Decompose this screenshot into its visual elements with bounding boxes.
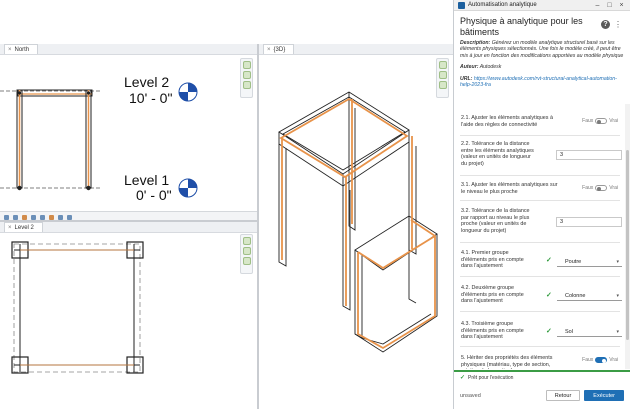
visual-style-icon[interactable] [22,214,27,220]
check-icon: ✓ [546,328,552,335]
check-icon: ✓ [546,292,552,299]
more-options-icon[interactable]: ⋮ [614,20,622,29]
steering-wheel-icon[interactable] [438,61,447,69]
level-1-elevation: 0' - 0" [136,187,172,203]
list-item: 3.1. Ajuster les éléments analytiques su… [460,177,620,201]
navigation-bar-3d[interactable] [436,58,449,98]
toggle-switch[interactable] [595,185,608,191]
chevron-down-icon: ▾ [616,259,619,265]
automation-panel: Automatisation analytique – □ × Physique… [453,0,630,409]
zoom-icon[interactable] [242,71,251,79]
shadows-icon[interactable] [40,214,45,220]
parameter-list: 2.1. Ajuster les éléments analytiques à … [454,104,630,369]
author-label: Auteur: [460,64,479,71]
close-icon[interactable]: × [267,47,271,53]
list-item: 4.1. Premier groupe d'éléments pris en c… [460,244,622,277]
list-item: 2.1. Ajuster les éléments analytiques à … [460,112,620,136]
app-root: Level 2 10' - 0" Level 1 0' - 0" × North [0,0,630,409]
tab-north[interactable]: × North [4,44,39,54]
panel-footer: ✓ Prêt pour l'exécution unsaved Retour E… [454,370,630,409]
window-title: Automatisation analytique [468,2,537,8]
level-1-name: Level 1 [124,172,170,188]
group-3-select[interactable]: Sol ▾ [557,327,622,337]
tab-3d[interactable]: × {3D} [263,44,295,54]
close-icon[interactable]: × [8,47,12,53]
url-label: URL: [460,75,473,82]
group-2-select[interactable]: Colonne ▾ [557,291,622,301]
steering-wheel-icon[interactable] [242,237,251,245]
check-icon: ✓ [546,257,552,264]
toggle-3-1[interactable]: Faux Vrai [582,185,618,191]
analytical-model-icon[interactable] [67,214,72,220]
level-2-elevation: 10' - 0" [129,90,173,106]
list-item: 4.3. Troisième groupe d'éléments pris en… [460,313,622,347]
elevation-view[interactable]: Level 2 10' - 0" Level 1 0' - 0" [0,44,257,212]
list-item: 3.2. Tolérance de la distance par rappor… [460,202,622,243]
chevron-down-icon: ▾ [616,293,619,299]
check-icon: ✓ [460,375,466,381]
view-tab-bar: × North [0,44,257,55]
toggle-2-1[interactable]: Faux Vrai [582,118,618,124]
navigation-bar-plan[interactable] [240,234,253,274]
view-divider-vertical[interactable] [257,44,259,409]
plan-drawing [11,241,144,374]
panel-title-bar: Automatisation analytique – □ × [454,0,630,11]
pan-icon[interactable] [242,81,251,89]
level-2-name: Level 2 [124,74,170,90]
steering-wheel-icon[interactable] [242,61,251,69]
view-tab-bar-plan: × Level 2 [0,222,257,233]
view-divider-horizontal[interactable] [0,220,257,222]
action-bar: unsaved Retour Exécuter [460,390,624,401]
detail-level-icon[interactable] [13,214,18,220]
zoom-icon[interactable] [242,247,251,255]
close-icon[interactable]: × [8,225,12,231]
author-value: Autodesk [479,64,502,71]
3d-view[interactable] [259,44,453,409]
url-link[interactable]: https://www.autodesk.com/rvt-structural-… [460,76,617,88]
help-icon[interactable]: ? [601,20,610,29]
autodesk-logo-icon [458,1,465,9]
list-item: 2.2. Tolérance de la distance entre les … [460,137,622,176]
view-tab-bar-3d: × {3D} [259,44,453,55]
scale-icon[interactable] [4,214,9,220]
sun-path-icon[interactable] [31,214,36,220]
unsaved-label: unsaved [460,392,481,399]
description-label: Description: [460,40,491,46]
level-tolerance-input[interactable]: 3 [556,217,622,227]
level-marker-icon [178,82,198,102]
plan-view[interactable] [0,222,257,409]
3d-drawing [278,91,438,353]
page-title: Physique à analytique pour les bâtiments [460,16,583,37]
toggle-switch[interactable] [595,357,608,363]
hide-icon[interactable] [58,214,63,220]
crop-view-icon[interactable] [49,214,54,220]
toggle-switch[interactable] [595,118,608,124]
zoom-icon[interactable] [438,71,447,79]
list-item: 5. Hériter des propriétés des éléments p… [461,355,618,369]
script-metadata: Description: Générez un modèle analytiqu… [454,40,630,88]
chevron-down-icon: ▾ [616,329,619,335]
pan-icon[interactable] [438,81,447,89]
panel-header: Physique à analytique pour les bâtiments… [454,11,630,40]
list-item: 4.2. Deuxième groupe d'éléments pris en … [460,278,622,312]
back-button[interactable]: Retour [545,390,581,401]
maximize-icon[interactable]: □ [605,2,614,9]
tab-level-2[interactable]: × Level 2 [4,222,43,232]
navigation-bar[interactable] [240,58,253,98]
status-badge: ✓ Prêt pour l'exécution [460,374,514,382]
toggle-5[interactable]: Faux Vrai [582,357,618,363]
pan-icon[interactable] [242,257,251,265]
minimize-icon[interactable]: – [593,2,602,9]
group-1-select[interactable]: Poutre ▾ [557,257,622,267]
distance-tolerance-input[interactable]: 3 [556,150,622,160]
run-button[interactable]: Exécuter [584,390,624,401]
level-marker-icon [178,178,198,198]
close-icon[interactable]: × [617,2,626,9]
